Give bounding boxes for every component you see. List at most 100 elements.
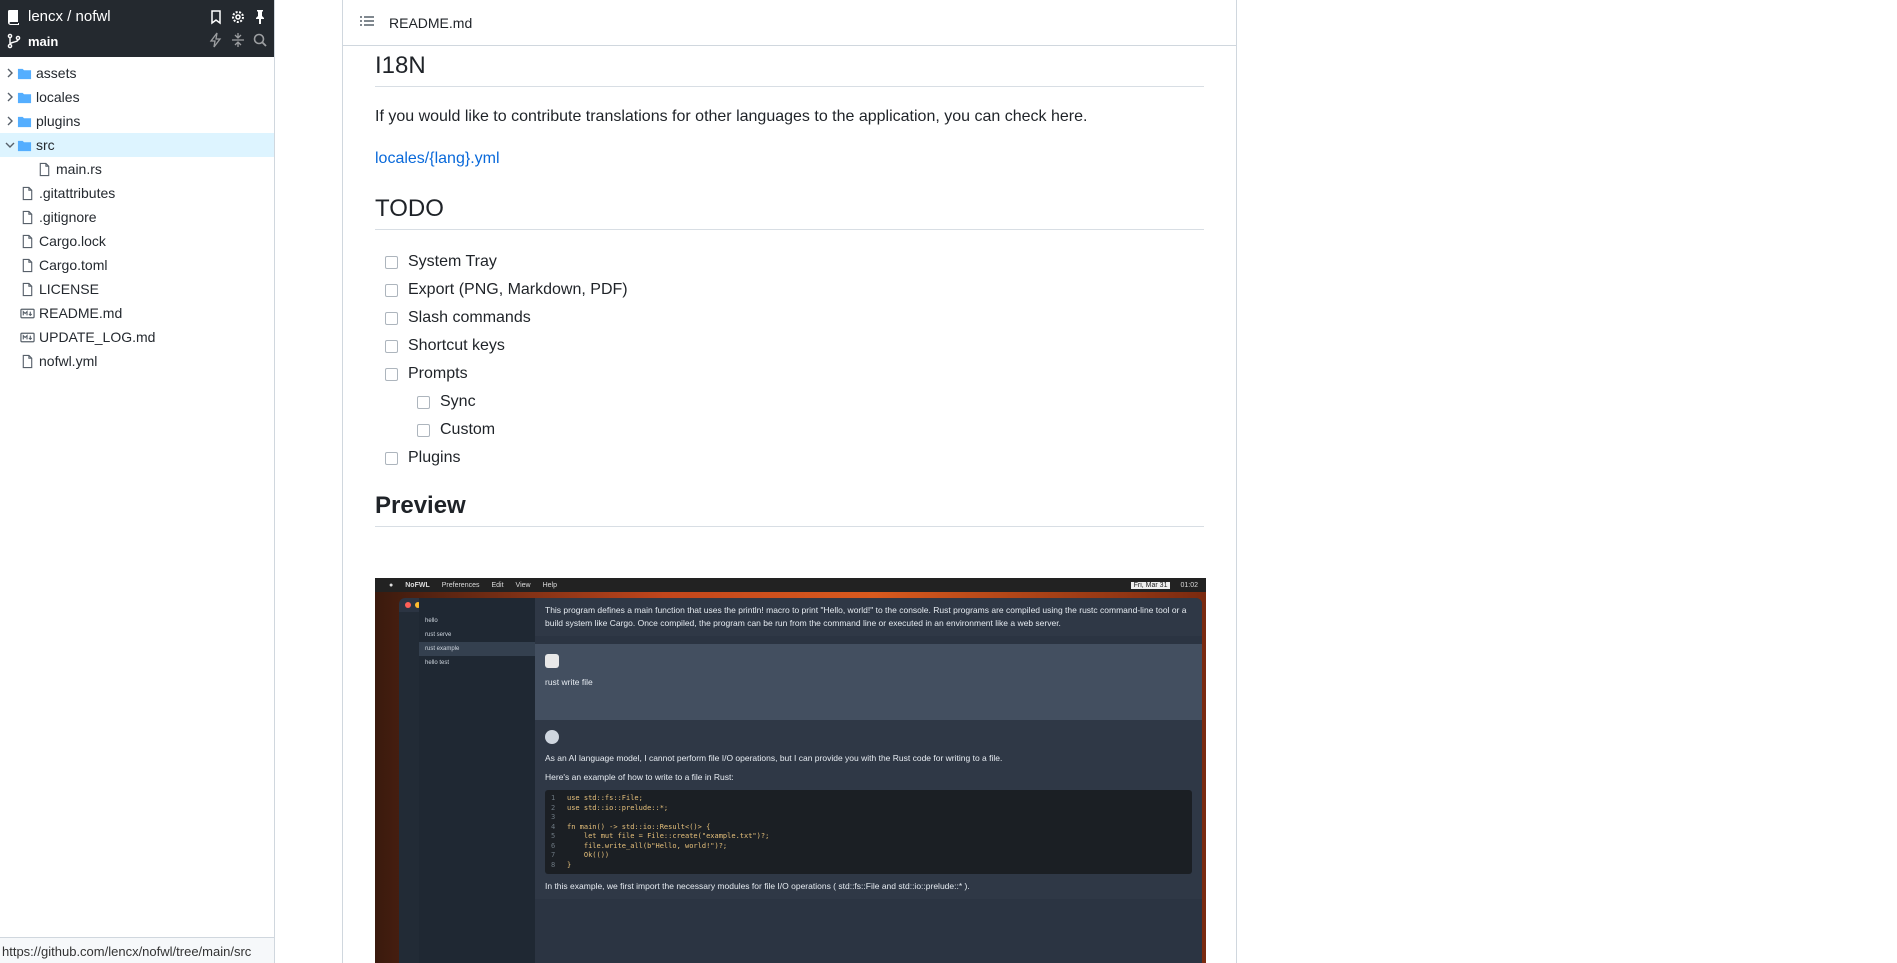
tree-item-gitattributes[interactable]: .gitattributes: [0, 181, 274, 205]
task-label: Sync: [440, 393, 476, 410]
menubar-app-name: NoFWL: [405, 581, 430, 589]
chevron-right-icon[interactable]: [4, 68, 16, 78]
tree-item-label: Cargo.toml: [39, 257, 108, 273]
preview-screenshot: ● NoFWL Preferences Edit View Help Fri, …: [375, 578, 1206, 963]
i18n-paragraph: If you would like to contribute translat…: [375, 108, 1088, 125]
tree-item-label: assets: [36, 65, 77, 81]
user-message: rust write file: [535, 644, 1202, 720]
assistant-avatar: [545, 730, 559, 744]
tree-item-cargo-lock[interactable]: Cargo.lock: [0, 229, 274, 253]
tree-item-main-rs[interactable]: main.rs: [0, 157, 274, 181]
task-checkbox[interactable]: [385, 255, 398, 269]
task-label: Custom: [440, 421, 496, 438]
code-line: 1 use std::fs::File;: [551, 794, 643, 802]
chat-history-item: hello: [425, 618, 438, 624]
task-checkbox[interactable]: [417, 423, 430, 437]
branch-selector[interactable]: main: [6, 33, 58, 49]
file-icon: [19, 233, 35, 249]
file-icon: [19, 185, 35, 201]
tree-item-label: .gitattributes: [39, 185, 116, 201]
markdown-icon: [19, 329, 35, 345]
tree-item-label: .gitignore: [39, 209, 97, 225]
code-block: 1 use std::fs::File; 2 use std::io::prelud…: [545, 790, 1192, 874]
chevron-right-icon[interactable]: [4, 92, 16, 102]
code-line: 4 fn main() -> std::io::Result<()> {: [551, 822, 711, 831]
tree-item-nofwl-yml[interactable]: nofwl.yml: [0, 349, 274, 373]
nofwl-app-window: hello rust serve rust example hello test…: [399, 598, 1202, 963]
folder-icon: [16, 65, 32, 81]
tree-item-plugins[interactable]: plugins: [0, 109, 274, 133]
task-checkbox[interactable]: [385, 339, 398, 353]
pin-icon[interactable]: [252, 9, 268, 25]
tree-item-label: main.rs: [56, 161, 102, 177]
task-checkbox[interactable]: [385, 283, 398, 297]
tree-item-label: locales: [36, 89, 80, 105]
locales-link[interactable]: locales/{lang}.yml: [375, 150, 500, 167]
code-line: 2 use std::io::prelude::*;: [551, 803, 669, 812]
task-checkbox[interactable]: [385, 367, 398, 381]
file-icon: [19, 281, 35, 297]
lightning-icon[interactable]: [208, 32, 224, 48]
gear-icon[interactable]: [230, 9, 246, 25]
tree-item-gitignore[interactable]: .gitignore: [0, 205, 274, 229]
chat-history-item: hello test: [425, 660, 450, 666]
tree-item-assets[interactable]: assets: [0, 61, 274, 85]
mac-menubar: ● NoFWL Preferences Edit View Help Fri, …: [375, 578, 1206, 592]
menubar-date: Fri, Mar 31: [1130, 581, 1171, 589]
app-side-rail: [399, 612, 419, 963]
task-item: Prompts: [375, 360, 1204, 388]
task-checkbox[interactable]: [385, 451, 398, 465]
file-icon: [19, 257, 35, 273]
repo-name[interactable]: lencx / nofwl: [28, 8, 111, 25]
collapse-icon[interactable]: [230, 32, 246, 48]
chat-history-list: hello rust serve rust example hello test: [419, 598, 535, 963]
markdown-icon: [19, 305, 35, 321]
tree-item-label: README.md: [39, 305, 123, 321]
chevron-down-icon[interactable]: [4, 140, 16, 150]
chat-history-item: rust example: [419, 642, 535, 656]
outline-list-icon[interactable]: [359, 13, 375, 32]
task-item: Export (PNG, Markdown, PDF): [375, 276, 1204, 304]
task-label: Export (PNG, Markdown, PDF): [408, 281, 628, 298]
repo-icon: [6, 9, 22, 25]
bookmark-icon[interactable]: [208, 9, 224, 25]
branch-name[interactable]: main: [28, 34, 58, 49]
tree-item-update-log[interactable]: UPDATE_LOG.md: [0, 325, 274, 349]
tree-item-cargo-toml[interactable]: Cargo.toml: [0, 253, 274, 277]
branch-icon: [6, 33, 22, 49]
tree-item-label: UPDATE_LOG.md: [39, 329, 156, 345]
task-checkbox[interactable]: [385, 311, 398, 325]
file-tree: assets locales plugins src main.rs .gita…: [0, 57, 274, 373]
code-line: 7 Ok(()): [551, 851, 610, 859]
task-label: Shortcut keys: [408, 337, 505, 354]
assistant-message: This program defines a main function tha…: [535, 598, 1202, 636]
task-item: Shortcut keys: [375, 332, 1204, 360]
tree-item-license[interactable]: LICENSE: [0, 277, 274, 301]
code-line: 6 file.write_all(b"Hello, world!")?;: [551, 841, 728, 850]
heading-preview: Preview: [375, 492, 1204, 527]
task-item: Plugins: [375, 444, 1204, 472]
repo-title[interactable]: lencx / nofwl: [6, 8, 111, 25]
code-line: 3: [551, 813, 556, 821]
tree-item-locales[interactable]: locales: [0, 85, 274, 109]
task-checkbox[interactable]: [417, 395, 430, 409]
task-subitem: Sync: [375, 388, 1204, 416]
menubar-item: Edit: [491, 581, 504, 589]
todo-list: System Tray Export (PNG, Markdown, PDF) …: [375, 248, 1204, 472]
file-icon: [19, 353, 35, 369]
readme-content: I18N If you would like to contribute tra…: [343, 52, 1236, 527]
task-item: Slash commands: [375, 304, 1204, 332]
file-icon: [19, 209, 35, 225]
folder-icon: [16, 89, 32, 105]
tree-item-readme[interactable]: README.md: [0, 301, 274, 325]
search-icon[interactable]: [252, 32, 268, 48]
tree-item-label: nofwl.yml: [39, 353, 98, 369]
assistant-text: As an AI language model, I cannot perfor…: [545, 753, 1003, 763]
task-label: System Tray: [408, 253, 497, 270]
heading-todo: TODO: [375, 195, 1204, 230]
chevron-right-icon[interactable]: [4, 116, 16, 126]
assistant-message: As an AI language model, I cannot perfor…: [535, 720, 1202, 899]
tree-item-src[interactable]: src: [0, 133, 274, 157]
assistant-text: Here's an example of how to write to a f…: [545, 772, 734, 782]
apple-icon: ●: [389, 581, 394, 589]
